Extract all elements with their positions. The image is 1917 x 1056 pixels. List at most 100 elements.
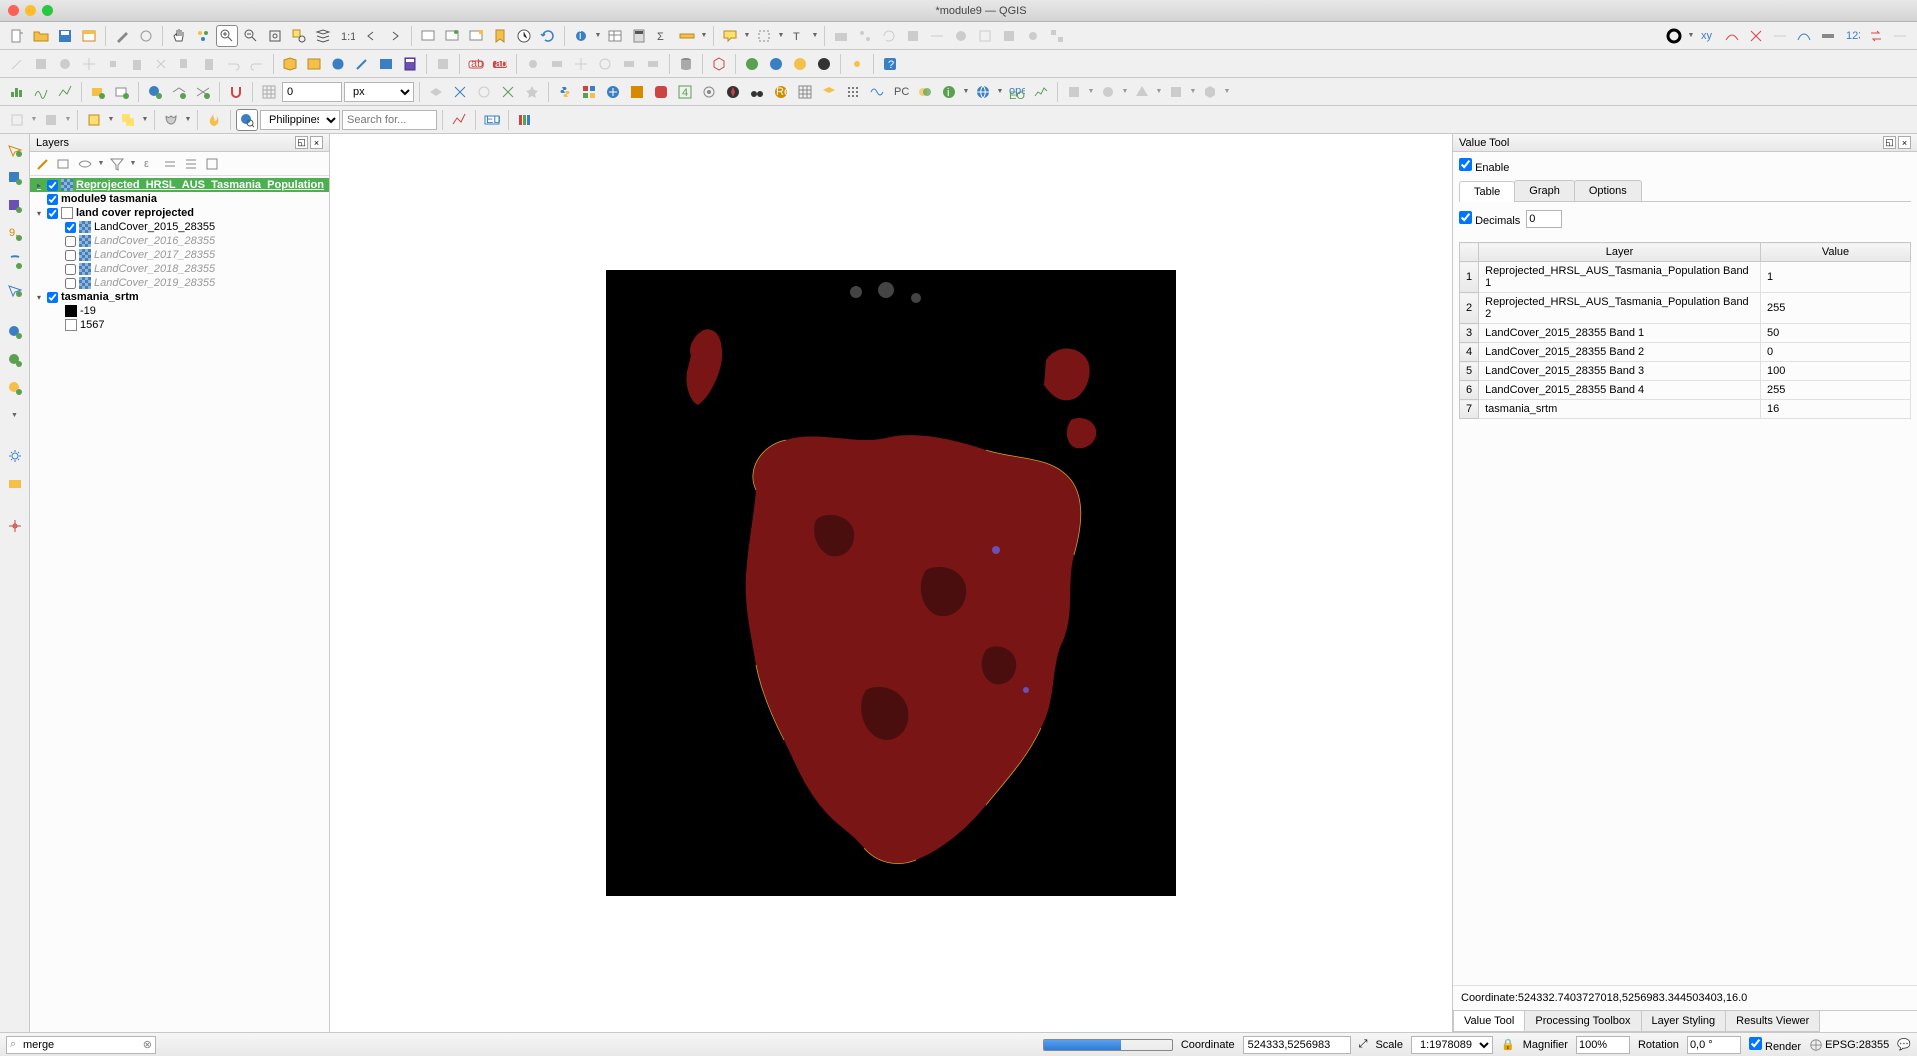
style-manager-icon[interactable] — [111, 25, 133, 47]
binoculars-icon[interactable] — [746, 81, 768, 103]
table-row[interactable]: 2Reprojected_HRSL_AUS_Tasmania_Populatio… — [1460, 293, 1911, 324]
layer-row[interactable]: ▾tasmania_srtm — [30, 290, 329, 304]
text-dropdown[interactable]: ▼ — [811, 25, 819, 47]
show-labels-icon[interactable] — [546, 53, 568, 75]
new-bookmark-icon[interactable] — [441, 25, 463, 47]
delete-selected-icon[interactable] — [126, 53, 148, 75]
digitize-shape-icon[interactable] — [1745, 25, 1767, 47]
hexagon-icon[interactable] — [708, 53, 730, 75]
map-canvas[interactable] — [606, 270, 1176, 896]
add-layer2-icon[interactable] — [111, 81, 133, 103]
panel-close-icon[interactable]: × — [310, 136, 323, 149]
label-abc-red-icon[interactable]: abc — [489, 53, 511, 75]
zoom-native-icon[interactable]: 1:1 — [336, 25, 358, 47]
lock-icon[interactable]: 🔒 — [1501, 1038, 1515, 1051]
add-wcs-icon[interactable] — [3, 348, 27, 372]
tab-options[interactable]: Options — [1574, 180, 1642, 201]
ref-icon[interactable]: Ref — [770, 81, 792, 103]
redo-icon[interactable] — [246, 53, 268, 75]
add-layer-green-icon[interactable] — [87, 81, 109, 103]
layer-remove-icon[interactable] — [203, 155, 221, 173]
zoom-in-icon[interactable] — [216, 25, 238, 47]
python-console-icon[interactable] — [554, 81, 576, 103]
new-spatialite-icon[interactable] — [327, 53, 349, 75]
select-yellow-icon[interactable] — [83, 109, 105, 131]
shape-tool1-icon[interactable] — [1063, 81, 1085, 103]
measure-line-icon[interactable] — [676, 25, 698, 47]
locator-search-input[interactable] — [6, 1036, 156, 1054]
info-green-icon[interactable]: i — [938, 81, 960, 103]
add-vector-layer-icon[interactable] — [3, 138, 27, 162]
globe-yellow-icon[interactable] — [789, 53, 811, 75]
circle-icon[interactable] — [473, 81, 495, 103]
deselect-icon[interactable] — [6, 109, 28, 131]
region-select[interactable]: Philippines — [260, 110, 340, 130]
digitize-curve-icon[interactable] — [1721, 25, 1743, 47]
tiled-icon[interactable] — [1046, 25, 1068, 47]
add-wfs-icon[interactable] — [3, 376, 27, 400]
extents-icon[interactable]: ⤢ — [1359, 1038, 1368, 1051]
add-feature-icon[interactable] — [54, 53, 76, 75]
python-icon[interactable] — [135, 25, 157, 47]
move-label-icon[interactable] — [570, 53, 592, 75]
zoom-full-icon[interactable] — [264, 25, 286, 47]
pca-icon[interactable]: PCA — [890, 81, 912, 103]
vertex-tool-xy-icon[interactable]: xy — [1697, 25, 1719, 47]
snapping-icon[interactable] — [225, 81, 247, 103]
paste-icon[interactable] — [198, 53, 220, 75]
temporal-icon[interactable] — [465, 25, 487, 47]
info-dropdown[interactable]: ▼ — [962, 81, 970, 103]
table-row[interactable]: 4LandCover_2015_28355 Band 20 — [1460, 343, 1911, 362]
save-edits-icon[interactable] — [30, 53, 52, 75]
no-action-icon[interactable] — [1663, 25, 1685, 47]
pinned-labels-icon[interactable] — [522, 53, 544, 75]
scale-select[interactable]: 1:1978089 — [1411, 1036, 1493, 1054]
change-label-icon[interactable] — [618, 53, 640, 75]
zoom-selection-icon[interactable] — [288, 25, 310, 47]
layer-expression-icon[interactable]: ε — [140, 155, 158, 173]
zoom-last-icon[interactable] — [360, 25, 382, 47]
new-project-icon[interactable] — [6, 25, 28, 47]
edc-icon[interactable]: EDC — [481, 109, 503, 131]
select-add-icon[interactable] — [117, 109, 139, 131]
table-row[interactable]: 6LandCover_2015_28355 Band 4255 — [1460, 381, 1911, 400]
save-project-icon[interactable] — [54, 25, 76, 47]
globe-dark-icon[interactable] — [813, 53, 835, 75]
grid-icon[interactable] — [258, 81, 280, 103]
add-raster-layer-icon[interactable] — [3, 166, 27, 190]
snap-unit-select[interactable]: px — [344, 82, 414, 102]
maximize-window[interactable] — [42, 5, 53, 16]
noaction-dropdown[interactable]: ▼ — [1687, 25, 1695, 47]
attribute-table-icon[interactable] — [604, 25, 626, 47]
layer-row[interactable]: ▸Reprojected_HRSL_AUS_Tasmania_Populatio… — [30, 178, 329, 192]
col-value[interactable]: Value — [1761, 243, 1911, 262]
star-icon[interactable] — [521, 81, 543, 103]
render-checkbox[interactable]: Render — [1749, 1037, 1801, 1053]
select-dropdown[interactable]: ▼ — [777, 25, 785, 47]
layer-row[interactable]: -19 — [30, 304, 329, 318]
folder-orange-icon[interactable] — [626, 81, 648, 103]
reverse-icon[interactable] — [1865, 25, 1887, 47]
decimals-checkbox[interactable]: Decimals — [1459, 211, 1520, 227]
cross-icon[interactable] — [497, 81, 519, 103]
magnifier-input[interactable] — [1576, 1036, 1630, 1054]
stock-chart-icon[interactable] — [1030, 81, 1052, 103]
data-sources-icon[interactable] — [950, 25, 972, 47]
label-tools-icon[interactable] — [642, 53, 664, 75]
crosshair-icon[interactable] — [3, 514, 27, 538]
wave-icon[interactable] — [866, 81, 888, 103]
minimize-window[interactable] — [25, 5, 36, 16]
fire-icon[interactable] — [203, 109, 225, 131]
openeo-icon[interactable]: openEO — [1006, 81, 1028, 103]
grid3-icon[interactable] — [794, 81, 816, 103]
bottom-tab[interactable]: Results Viewer — [1725, 1011, 1820, 1032]
field-calculator-icon[interactable] — [628, 25, 650, 47]
layer-filter-icon[interactable] — [108, 155, 126, 173]
enable-checkbox[interactable]: Enable — [1459, 158, 1509, 174]
map-tips-icon[interactable] — [719, 25, 741, 47]
search-input[interactable] — [342, 110, 437, 130]
globe-dropdown[interactable]: ▼ — [996, 81, 1004, 103]
new-geopackage-icon[interactable] — [303, 53, 325, 75]
add-mesh-layer-icon[interactable] — [3, 194, 27, 218]
copy-icon[interactable] — [174, 53, 196, 75]
